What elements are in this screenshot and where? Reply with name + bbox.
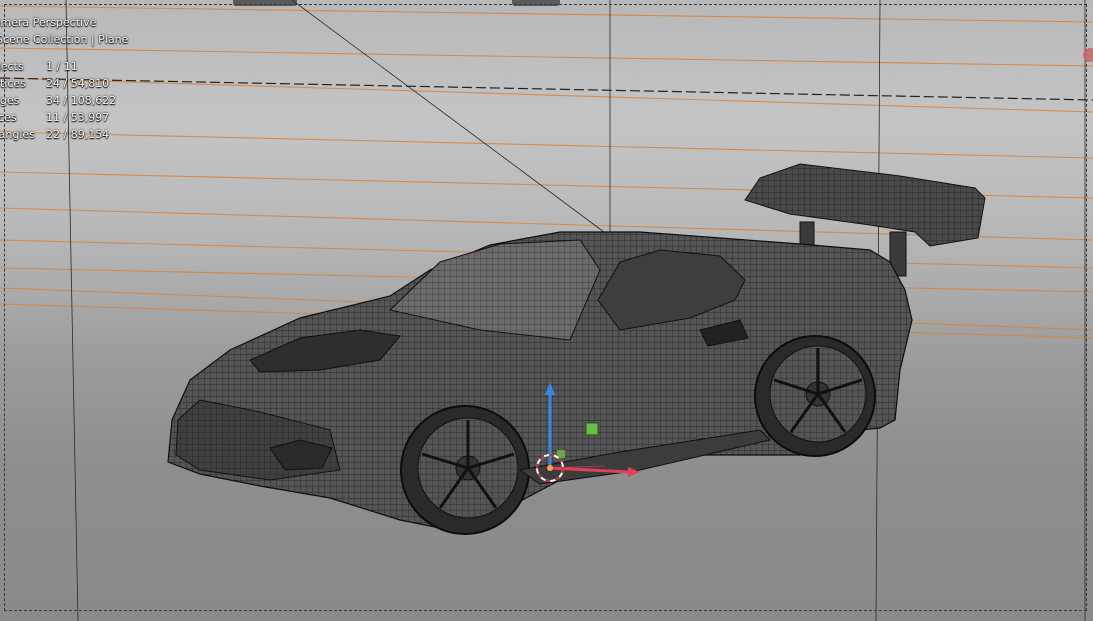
stat-objects-value: 1 / 11	[46, 60, 78, 73]
stat-vertices-label: Vertices	[0, 77, 26, 90]
stat-objects-label: Objects	[0, 60, 24, 73]
stat-vertices: Vertices 24 / 54,810	[0, 75, 128, 92]
car-mesh[interactable]	[167, 163, 986, 535]
stat-edges-label: Edges	[0, 94, 20, 107]
horizon-line	[0, 77, 1093, 101]
collection-path-text: Scene Collection | Plane	[0, 33, 129, 46]
stat-edges: Edges 34 / 108,622	[0, 92, 128, 109]
stat-faces: Faces 11 / 53,997	[0, 109, 128, 126]
view-name: Camera Perspective	[0, 16, 97, 29]
stat-triangles-label: Triangles	[0, 128, 35, 141]
scene-canvas[interactable]	[0, 0, 1093, 621]
stat-faces-label: Faces	[0, 111, 17, 124]
stat-vertices-value: 24 / 54,810	[46, 77, 110, 90]
stat-triangles-value: 22 / 89,154	[46, 128, 110, 141]
3d-viewport[interactable]: Camera Perspective Scene Collection | Pl…	[0, 0, 1093, 621]
viewport-overlay-text: Camera Perspective Scene Collection | Pl…	[0, 14, 128, 143]
stat-triangles: Triangles 22 / 89,154	[0, 126, 128, 143]
rear-wheel	[754, 335, 876, 457]
stat-edges-value: 34 / 108,622	[46, 94, 117, 107]
collection-path: Scene Collection | Plane	[0, 31, 128, 48]
stat-faces-value: 11 / 53,997	[46, 111, 110, 124]
front-wheel	[400, 405, 530, 535]
camera-border-handle[interactable]	[1083, 48, 1093, 62]
stat-objects: Objects 1 / 11	[0, 58, 128, 75]
